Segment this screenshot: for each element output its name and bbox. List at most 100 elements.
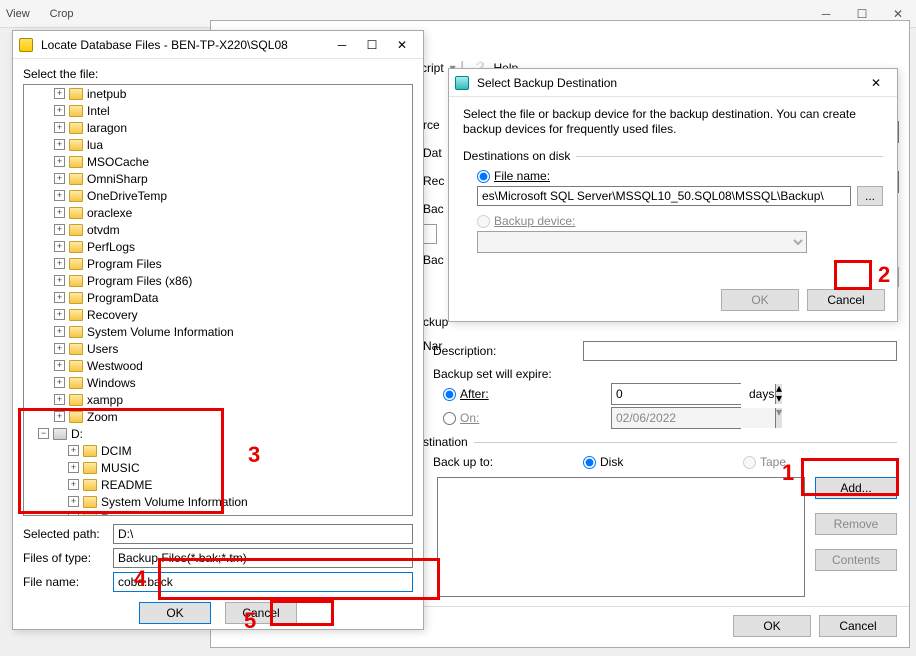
expand-icon[interactable]: +: [68, 496, 79, 507]
bg-cancel-button[interactable]: Cancel: [819, 615, 897, 637]
folder-icon: [69, 190, 83, 202]
expand-icon[interactable]: +: [54, 275, 65, 286]
expand-icon[interactable]: +: [54, 292, 65, 303]
expand-icon[interactable]: +: [68, 513, 79, 516]
view-label: View: [6, 8, 30, 20]
add-button[interactable]: Add...: [815, 477, 897, 499]
tree-node[interactable]: −D:: [24, 425, 412, 442]
on-radio[interactable]: [443, 412, 456, 425]
sbd-cancel-button[interactable]: Cancel: [807, 289, 885, 311]
folder-icon: [69, 173, 83, 185]
tree-label: ProgramData: [87, 291, 158, 305]
expand-icon[interactable]: +: [54, 326, 65, 337]
tree-node[interactable]: +System Volume Information: [24, 323, 412, 340]
folder-icon: [83, 496, 97, 508]
tree-node[interactable]: +Windows: [24, 374, 412, 391]
tree-node[interactable]: +laragon: [24, 119, 412, 136]
tree-node[interactable]: +MSOCache: [24, 153, 412, 170]
remove-button: Remove: [815, 513, 897, 535]
tree-node[interactable]: +Program Files: [24, 255, 412, 272]
on-label: On:: [460, 411, 479, 425]
expand-icon[interactable]: +: [54, 241, 65, 252]
expand-icon[interactable]: +: [54, 360, 65, 371]
after-days-spin[interactable]: ▴▾: [611, 383, 741, 405]
ldf-maximize[interactable]: ☐: [357, 34, 387, 56]
ldf-title: Locate Database Files - BEN-TP-X220\SQL0…: [37, 38, 327, 52]
tree-label: inetpub: [87, 87, 126, 101]
side-lbl: ckup: [423, 311, 448, 333]
destination-list[interactable]: [437, 477, 805, 597]
expand-icon[interactable]: +: [54, 309, 65, 320]
expand-icon[interactable]: +: [54, 122, 65, 133]
backup-device-select: [477, 231, 807, 253]
ldf-close[interactable]: ✕: [387, 34, 417, 56]
backup-to-label: Back up to:: [433, 455, 583, 469]
tree-node[interactable]: +otvdm: [24, 221, 412, 238]
tree-node[interactable]: + inetpub: [24, 85, 412, 102]
expand-icon[interactable]: +: [54, 173, 65, 184]
tree-node[interactable]: +Westwood: [24, 357, 412, 374]
expand-icon[interactable]: +: [54, 394, 65, 405]
files-type-input[interactable]: [113, 548, 413, 568]
tree-label: README: [101, 478, 152, 492]
file-name-input[interactable]: [113, 572, 413, 592]
sbd-close[interactable]: ✕: [861, 72, 891, 94]
tree-node[interactable]: +lua: [24, 136, 412, 153]
expand-icon[interactable]: +: [54, 207, 65, 218]
after-radio[interactable]: [443, 388, 456, 401]
expand-icon[interactable]: +: [54, 377, 65, 388]
tree-node[interactable]: +Program Files (x86): [24, 272, 412, 289]
folder-tree[interactable]: + inetpub+Intel+laragon+lua+MSOCache+Omni…: [23, 84, 413, 516]
expand-icon[interactable]: +: [54, 258, 65, 269]
tree-node[interactable]: +Zoom: [24, 408, 412, 425]
browse-button[interactable]: ...: [857, 186, 883, 206]
filename-input[interactable]: [477, 186, 851, 206]
collapse-icon[interactable]: −: [38, 428, 49, 439]
ldf-minimize[interactable]: ─: [327, 34, 357, 56]
tree-node[interactable]: +xampp: [24, 391, 412, 408]
expand-icon[interactable]: +: [68, 445, 79, 456]
disk-label: Disk: [600, 455, 623, 469]
tree-node[interactable]: +MUSIC: [24, 459, 412, 476]
ldf-cancel-button[interactable]: Cancel: [225, 602, 297, 624]
expand-icon[interactable]: +: [54, 139, 65, 150]
script-label[interactable]: cript: [421, 61, 444, 75]
locate-db-files-dialog: Locate Database Files - BEN-TP-X220\SQL0…: [12, 30, 424, 630]
expand-icon[interactable]: +: [54, 88, 65, 99]
folder-icon: [69, 377, 83, 389]
expand-icon[interactable]: +: [54, 411, 65, 422]
expand-icon[interactable]: +: [54, 156, 65, 167]
sbd-title: Select Backup Destination: [473, 76, 861, 90]
drive-icon: [53, 428, 67, 440]
ldf-ok-button[interactable]: OK: [139, 602, 211, 624]
description-input[interactable]: [583, 341, 897, 361]
tree-node[interactable]: +OmniSharp: [24, 170, 412, 187]
expand-icon[interactable]: +: [54, 105, 65, 116]
disk-radio[interactable]: [583, 456, 596, 469]
expand-icon[interactable]: +: [68, 462, 79, 473]
filename-radio[interactable]: [477, 170, 490, 183]
tree-label: PerfLogs: [87, 240, 135, 254]
expand-icon[interactable]: +: [68, 479, 79, 490]
tree-node[interactable]: + PerfLogs: [24, 238, 412, 255]
side-lbl: Bac: [423, 197, 444, 221]
bg-ok-button[interactable]: OK: [733, 615, 811, 637]
tree-node[interactable]: +DCIM: [24, 442, 412, 459]
expand-icon[interactable]: +: [54, 224, 65, 235]
tree-node[interactable]: + ProgramData: [24, 289, 412, 306]
expand-icon[interactable]: +: [54, 343, 65, 354]
selected-path-input[interactable]: [113, 524, 413, 544]
tape-radio: [743, 456, 756, 469]
crop-label[interactable]: Crop: [50, 8, 74, 20]
tree-node[interactable]: +Recovery: [24, 306, 412, 323]
tree-node[interactable]: + README: [24, 476, 412, 493]
annot-5-num: 5: [244, 608, 256, 634]
expand-icon[interactable]: +: [54, 190, 65, 201]
tree-node[interactable]: +oraclexe: [24, 204, 412, 221]
tree-node[interactable]: +System Volume Information: [24, 493, 412, 510]
folder-icon: [69, 292, 83, 304]
tree-node[interactable]: +Intel: [24, 102, 412, 119]
tree-node[interactable]: +OneDriveTemp: [24, 187, 412, 204]
tree-node[interactable]: +Users: [24, 340, 412, 357]
tree-node[interactable]: +Zoom: [24, 510, 412, 516]
